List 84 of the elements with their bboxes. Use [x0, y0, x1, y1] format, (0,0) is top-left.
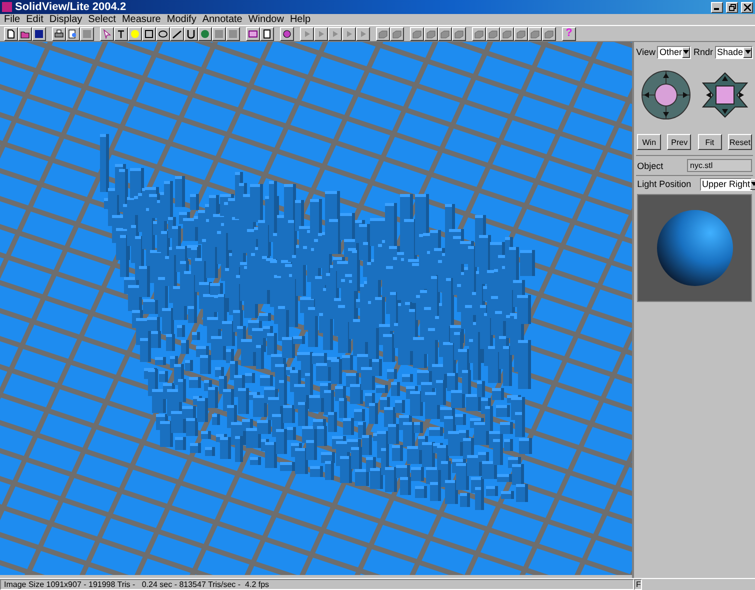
restore-icon [728, 4, 736, 10]
view-label: View [636, 47, 656, 57]
render-label: Rndr [693, 47, 713, 57]
status-indicator: F [634, 579, 642, 590]
pan-pad-icon[interactable] [702, 72, 748, 118]
toolbar-button[interactable] [156, 26, 170, 40]
toolbar-button[interactable] [4, 26, 18, 40]
pointer-icon [102, 28, 112, 38]
toolbar-button[interactable] [100, 26, 114, 40]
menu-item[interactable]: Select [86, 14, 120, 25]
close-button[interactable] [741, 2, 753, 12]
minimize-button[interactable] [711, 2, 723, 12]
rectangle-icon [144, 28, 154, 38]
object-field[interactable]: nyc.stl [687, 159, 752, 172]
toolbar-button[interactable] [500, 26, 514, 40]
restore-button[interactable] [726, 2, 738, 12]
toolbar-button[interactable] [300, 26, 314, 40]
folder-icon [20, 28, 30, 38]
toolbar-button[interactable] [452, 26, 466, 40]
status-text: Image Size 1091x907 - 191998 Tris - 0.24 sec - 813547 Tris/sec - 4.2 fps [0, 579, 634, 590]
window-title: SolidView/Lite 2004.2 [15, 1, 128, 13]
toolbar-button[interactable] [472, 26, 486, 40]
square-icon [214, 28, 224, 38]
square-icon [82, 28, 92, 38]
toolbar-button[interactable] [142, 26, 156, 40]
light-position-label: Light Position [637, 179, 692, 189]
app-icon [2, 2, 12, 12]
toolbar-button[interactable] [424, 26, 438, 40]
toolbar-button[interactable] [514, 26, 528, 40]
toolbar-button[interactable] [128, 26, 142, 40]
text-tool-icon [116, 28, 126, 38]
toolbar-button[interactable] [356, 26, 370, 40]
toolbar-button[interactable] [170, 26, 184, 40]
square-icon [228, 28, 238, 38]
toolbar-button[interactable] [246, 26, 260, 40]
page-icon [6, 28, 16, 38]
line-icon [172, 28, 182, 38]
close-icon [744, 4, 750, 10]
menu-item[interactable]: Window [246, 14, 288, 25]
toolbar-button[interactable] [184, 26, 198, 40]
toolbar-button[interactable] [342, 26, 356, 40]
menu-item[interactable]: Help [288, 14, 315, 25]
toolbar-button[interactable] [114, 26, 128, 40]
toolbar-button[interactable] [528, 26, 542, 40]
view-dropdown[interactable]: Other [657, 46, 692, 58]
circle-icon [130, 28, 140, 38]
menu-item[interactable]: Annotate [200, 14, 246, 25]
toolbar-button[interactable] [198, 26, 212, 40]
toolbar-button[interactable] [212, 26, 226, 40]
toolbar-button[interactable] [328, 26, 342, 40]
toolbar-button[interactable] [80, 26, 94, 40]
menu-item[interactable]: Measure [120, 14, 165, 25]
ellipse-icon [158, 28, 168, 38]
toolbar-button[interactable] [376, 26, 390, 40]
toolbar-button[interactable] [390, 26, 404, 40]
toolbar-button[interactable] [438, 26, 452, 40]
toolbar-button[interactable] [18, 26, 32, 40]
view-button[interactable]: Reset [728, 134, 752, 150]
toolbar-button[interactable] [52, 26, 66, 40]
menu-item[interactable]: File [2, 14, 24, 25]
dropdown-arrow-icon [683, 50, 690, 54]
toolbar-button[interactable] [410, 26, 424, 40]
menu-item[interactable]: Display [47, 14, 86, 25]
printer-icon [54, 28, 64, 38]
view-button[interactable]: Win [637, 134, 662, 150]
light-position-dropdown[interactable]: Upper Right [700, 178, 752, 190]
view-button[interactable]: Prev [667, 134, 692, 150]
toolbar-button[interactable] [226, 26, 240, 40]
toolbar-button[interactable] [260, 26, 274, 40]
menu-item[interactable]: Edit [24, 14, 48, 25]
dropdown-arrow-icon [744, 50, 751, 54]
toolbar-button[interactable] [32, 26, 46, 40]
render-dropdown[interactable]: Shade [715, 46, 753, 58]
monitor-icon [248, 28, 258, 38]
shaded-sphere-drawing[interactable] [654, 208, 735, 288]
rotation-dial-icon[interactable] [641, 70, 692, 120]
toolbar-button[interactable] [280, 26, 294, 40]
view-button[interactable]: Fit [698, 134, 722, 150]
toolbar-button[interactable] [66, 26, 80, 40]
toolbar-button[interactable] [542, 26, 556, 40]
object-label: Object [637, 160, 664, 170]
toolbar-button[interactable] [314, 26, 328, 40]
toolbar-button[interactable] [486, 26, 500, 40]
menu-item[interactable]: Modify [164, 14, 200, 25]
